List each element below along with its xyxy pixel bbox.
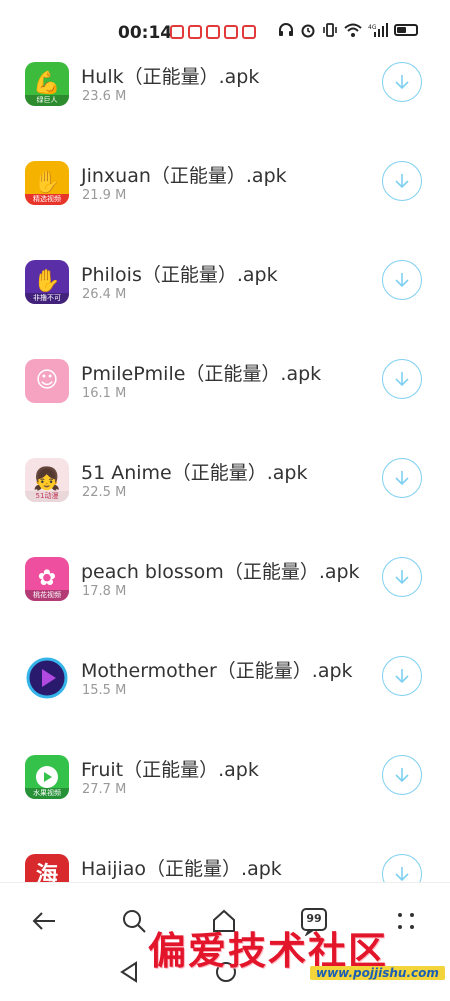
notification-icon	[206, 25, 220, 39]
download-button[interactable]	[382, 755, 422, 795]
haijiao-icon: 海	[25, 854, 69, 882]
file-name: 51 Anime（正能量）.apk	[81, 462, 308, 484]
file-size: 15.5 M	[82, 683, 127, 698]
search-button[interactable]	[116, 903, 152, 939]
list-item[interactable]: ✋ 精选视频 Jinxuan（正能量）.apk 21.9 M	[0, 151, 450, 250]
file-size: 16.1 M	[82, 386, 127, 401]
pmilepmile-icon: ☺	[25, 359, 69, 403]
app-icon-tag: 非撸不可	[25, 293, 69, 304]
download-button[interactable]	[382, 62, 422, 102]
notification-icon	[224, 25, 238, 39]
file-size: 23.6 M	[82, 89, 127, 104]
download-button[interactable]	[382, 260, 422, 300]
list-item[interactable]: 水果视频 Fruit（正能量）.apk 27.7 M	[0, 745, 450, 844]
download-list: 💪 绿巨人 Hulk（正能量）.apk 23.6 M ✋ 精选视频 Jinxua…	[0, 52, 450, 882]
51anime-icon: 👧 51动漫	[25, 458, 69, 502]
play-leaf-icon	[36, 766, 58, 788]
download-button[interactable]	[382, 359, 422, 399]
search-icon	[123, 910, 146, 933]
more-dots-icon	[398, 913, 414, 929]
headphones-icon	[279, 23, 293, 36]
file-size: 17.8 M	[82, 584, 127, 599]
hulk-icon: 💪 绿巨人	[25, 62, 69, 106]
download-button[interactable]	[382, 161, 422, 201]
download-arrow-icon	[395, 768, 409, 783]
file-size: 22.5 M	[82, 485, 127, 500]
app-icon-tag: 水果视频	[25, 788, 69, 799]
signal-4g-icon: 4G	[368, 23, 388, 37]
download-button[interactable]	[382, 557, 422, 597]
list-item[interactable]: ✿ 桃花视频 peach blossom（正能量）.apk 17.8 M	[0, 547, 450, 646]
list-item[interactable]: ☺ PmilePmile（正能量）.apk 16.1 M	[0, 349, 450, 448]
app-icon-tag: 精选视频	[25, 194, 69, 205]
notification-icon	[170, 25, 184, 39]
download-arrow-icon	[395, 174, 409, 189]
system-back-button[interactable]	[118, 960, 140, 988]
file-name: PmilePmile（正能量）.apk	[81, 363, 322, 385]
file-size: 26.4 M	[82, 287, 127, 302]
back-button[interactable]	[26, 903, 62, 939]
peach-blossom-icon: ✿ 桃花视频	[25, 557, 69, 601]
file-name: Fruit（正能量）.apk	[81, 759, 259, 781]
battery-icon	[394, 24, 418, 36]
jinxuan-icon: ✋ 精选视频	[25, 161, 69, 205]
status-time: 00:14	[118, 23, 173, 43]
notification-icon	[188, 25, 202, 39]
download-button[interactable]	[382, 458, 422, 498]
download-arrow-icon	[395, 570, 409, 585]
svg-text:4G: 4G	[368, 24, 377, 31]
alarm-icon	[301, 24, 315, 38]
download-button[interactable]	[382, 656, 422, 696]
file-name: Haijiao（正能量）.apk	[81, 858, 282, 880]
fruit-icon: 水果视频	[25, 755, 69, 799]
list-item[interactable]: 海 Haijiao（正能量）.apk	[0, 844, 450, 882]
download-arrow-icon	[395, 372, 409, 387]
file-name: Hulk（正能量）.apk	[81, 66, 260, 88]
download-arrow-icon	[395, 273, 409, 288]
watermark-url: www.pojjishu.com	[310, 966, 445, 980]
wifi-icon	[344, 23, 362, 37]
download-arrow-icon	[395, 471, 409, 486]
list-item[interactable]: 👧 51动漫 51 Anime（正能量）.apk 22.5 M	[0, 448, 450, 547]
app-icon-tag: 绿巨人	[25, 95, 69, 106]
more-button[interactable]	[388, 903, 424, 939]
list-item[interactable]: ✋ 非撸不可 Philois（正能量）.apk 26.4 M	[0, 250, 450, 349]
file-size: 21.9 M	[82, 188, 127, 203]
triangle-back-icon	[120, 961, 137, 983]
mothermother-icon	[25, 656, 69, 700]
list-item[interactable]: 💪 绿巨人 Hulk（正能量）.apk 23.6 M	[0, 52, 450, 151]
file-name: Jinxuan（正能量）.apk	[81, 165, 287, 187]
list-item[interactable]: Mothermother（正能量）.apk 15.5 M	[0, 646, 450, 745]
download-arrow-icon	[395, 75, 409, 90]
vibrate-icon	[323, 23, 337, 37]
play-circle-icon	[26, 657, 68, 699]
file-name: Philois（正能量）.apk	[81, 264, 278, 286]
download-arrow-icon	[395, 669, 409, 684]
download-arrow-icon	[395, 867, 409, 882]
file-name: peach blossom（正能量）.apk	[81, 561, 360, 583]
app-icon-tag: 51动漫	[25, 491, 69, 502]
app-icon-tag: 桃花视频	[25, 590, 69, 601]
back-arrow-icon	[32, 912, 55, 930]
file-size: 27.7 M	[82, 782, 127, 797]
file-name: Mothermother（正能量）.apk	[81, 660, 353, 682]
philois-icon: ✋ 非撸不可	[25, 260, 69, 304]
system-status-icons: 4G	[278, 22, 418, 38]
download-button[interactable]	[382, 854, 422, 882]
notification-icons	[170, 25, 256, 39]
notification-icon	[242, 25, 256, 39]
